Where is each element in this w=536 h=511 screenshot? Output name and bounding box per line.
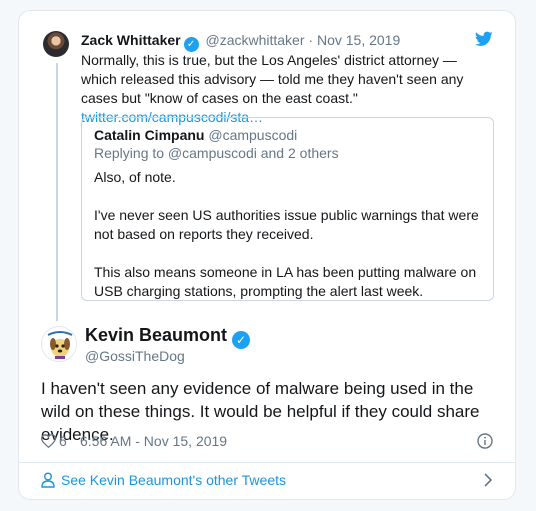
parent-tweet-text: Normally, this is true, but the Los Ange… bbox=[81, 51, 493, 127]
quoted-author-handle: @campuscodi bbox=[208, 127, 298, 143]
quoted-paragraph: This also means someone in LA has been p… bbox=[94, 264, 477, 299]
quoted-tweet-header: Catalin Cimpanu @campuscodi bbox=[94, 126, 297, 144]
parent-author-handle[interactable]: @zackwhittaker bbox=[205, 32, 304, 48]
parent-tweet-body: Normally, this is true, but the Los Ange… bbox=[81, 52, 464, 106]
quoted-author-name: Catalin Cimpanu bbox=[94, 127, 205, 143]
see-other-tweets-link[interactable]: See Kevin Beaumont's other Tweets bbox=[41, 470, 493, 490]
tweet-timestamp[interactable]: 6:56 AM - Nov 15, 2019 bbox=[80, 431, 227, 451]
quoted-paragraph: I've never seen US authorities issue pub… bbox=[94, 207, 479, 242]
thread-connector-line bbox=[56, 63, 58, 321]
heart-icon[interactable] bbox=[41, 434, 56, 448]
verified-badge-icon: ✓ bbox=[183, 37, 199, 52]
parent-tweet-date[interactable]: Nov 15, 2019 bbox=[317, 32, 400, 48]
info-icon[interactable] bbox=[477, 433, 493, 449]
parent-tweet-header: Zack Whittaker ✓ @zackwhittaker · Nov 15,… bbox=[81, 31, 400, 52]
dog-cartoon-icon bbox=[42, 327, 76, 361]
tweet-meta-row: 6 6:56 AM - Nov 15, 2019 bbox=[41, 431, 493, 451]
parent-date-separator: · bbox=[308, 32, 314, 48]
verified-badge-icon: ✓ bbox=[232, 331, 251, 349]
user-icon bbox=[41, 472, 55, 488]
quoted-tweet[interactable]: Catalin Cimpanu @campuscodi Replying to … bbox=[81, 117, 494, 301]
parent-author-name[interactable]: Zack Whittaker bbox=[81, 32, 181, 48]
embedded-tweet-card: Zack Whittaker ✓ @zackwhittaker · Nov 15,… bbox=[18, 10, 516, 500]
chevron-right-icon bbox=[484, 473, 493, 487]
quoted-tweet-text: Also, of note. I've never seen US author… bbox=[94, 168, 484, 320]
like-count[interactable]: 6 bbox=[59, 431, 67, 451]
tweet-author-name-text: Kevin Beaumont bbox=[85, 325, 228, 345]
tweet-author-handle[interactable]: @GossiTheDog bbox=[85, 347, 185, 365]
see-other-tweets-label: See Kevin Beaumont's other Tweets bbox=[61, 472, 286, 488]
quoted-paragraph: Also, of note. bbox=[94, 169, 176, 185]
twitter-bird-icon[interactable] bbox=[475, 31, 493, 47]
tweet-author-name[interactable]: Kevin Beaumont ✓ bbox=[85, 324, 253, 349]
quoted-replying-to: Replying to @campuscodi and 2 others bbox=[94, 145, 339, 161]
kevin-beaumont-avatar[interactable] bbox=[41, 326, 77, 362]
footer-divider bbox=[19, 462, 515, 463]
zack-whittaker-avatar[interactable] bbox=[43, 31, 69, 57]
